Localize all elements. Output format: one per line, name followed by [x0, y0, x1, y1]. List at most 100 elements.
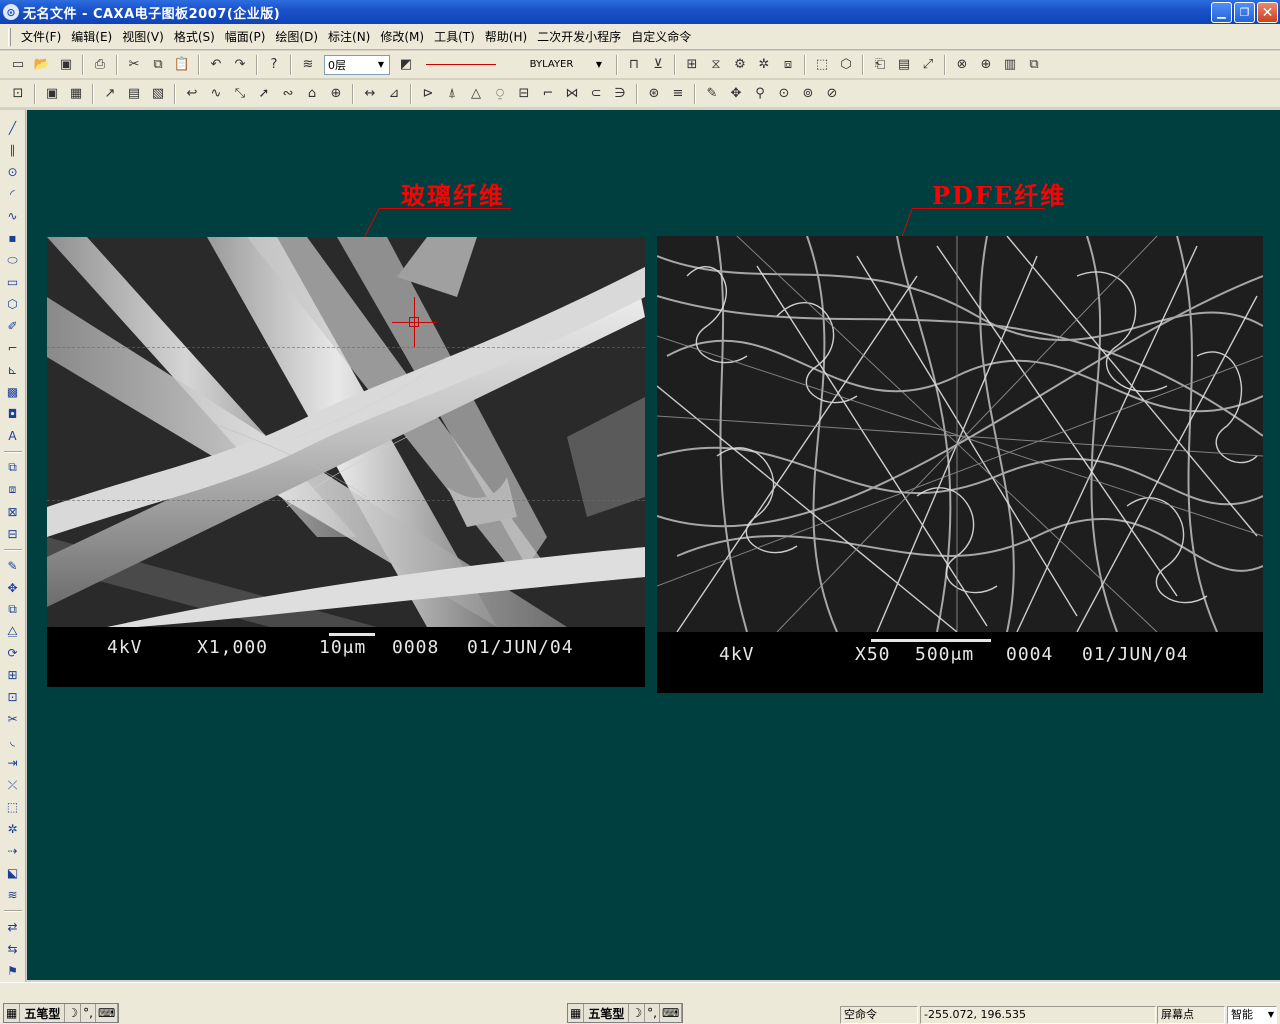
- open-file-icon[interactable]: 📂: [31, 54, 53, 76]
- menu-file[interactable]: 文件(F): [16, 27, 66, 47]
- text-icon[interactable]: A: [3, 425, 23, 446]
- ole-icon[interactable]: ⎗: [869, 54, 891, 76]
- layer-icon[interactable]: ≋: [297, 54, 319, 76]
- menu-dimension[interactable]: 标注(N): [323, 27, 375, 47]
- tool-6-icon[interactable]: ≋: [3, 884, 23, 905]
- punctuation-icon[interactable]: °,: [645, 1004, 660, 1022]
- move-icon[interactable]: ✥: [3, 577, 23, 598]
- tool-b-icon[interactable]: ⊕: [975, 54, 997, 76]
- anno-b-icon[interactable]: ⍋: [441, 83, 463, 105]
- keyboard-icon[interactable]: ⌨: [660, 1004, 683, 1022]
- tool-8-icon[interactable]: ⇆: [3, 938, 23, 959]
- menu-tools[interactable]: 工具(T): [429, 27, 480, 47]
- menu-sheet[interactable]: 幅面(P): [220, 27, 271, 47]
- menu-format[interactable]: 格式(S): [169, 27, 220, 47]
- curve-d-icon[interactable]: ∾: [277, 83, 299, 105]
- line-color-icon[interactable]: ◩: [395, 54, 417, 76]
- tool-1-icon[interactable]: ⧉: [3, 457, 23, 478]
- curve-c-icon[interactable]: ⤡: [229, 83, 251, 105]
- ime-toolbar-left[interactable]: ▦ 五笔型 ☽ °, ⌨: [3, 1003, 120, 1023]
- layer-select[interactable]: 0层 ▼: [324, 54, 390, 75]
- anno-c-icon[interactable]: △: [465, 83, 487, 105]
- circle-icon[interactable]: ⊙: [3, 162, 23, 183]
- measure-icon[interactable]: ≡: [667, 83, 689, 105]
- fill-icon[interactable]: ◘: [3, 403, 23, 424]
- snap-icon[interactable]: ⊓: [623, 54, 645, 76]
- paste-icon[interactable]: 📋: [171, 54, 193, 76]
- stretch-icon[interactable]: ⬚: [3, 797, 23, 818]
- tool-9-icon[interactable]: ⚑: [3, 960, 23, 981]
- menu-secondary-dev[interactable]: 二次开发小程序: [532, 27, 626, 47]
- redraw-icon[interactable]: ✎: [701, 83, 723, 105]
- copy-select-icon[interactable]: ⧉: [3, 599, 23, 620]
- title-block-icon[interactable]: ▦: [65, 83, 87, 105]
- rectangle-icon[interactable]: ▭: [3, 272, 23, 293]
- zoom-dynamic-icon[interactable]: ⚲: [749, 83, 771, 105]
- sheet-size-icon[interactable]: ▣: [41, 83, 63, 105]
- menu-edit[interactable]: 编辑(E): [66, 27, 117, 47]
- hatch-icon[interactable]: ▩: [3, 381, 23, 402]
- spline-icon[interactable]: ∿: [3, 206, 23, 227]
- break-icon[interactable]: ⤫: [3, 775, 23, 796]
- centerline-icon[interactable]: ⌐: [3, 338, 23, 359]
- tool-a-icon[interactable]: ⊗: [951, 54, 973, 76]
- menu-draw[interactable]: 绘图(D): [270, 27, 323, 47]
- anno-h-icon[interactable]: ⊂: [585, 83, 607, 105]
- zoom-all-icon[interactable]: ⊚: [797, 83, 819, 105]
- tool-d-icon[interactable]: ⧉: [1023, 54, 1045, 76]
- help-icon[interactable]: ?: [263, 54, 285, 76]
- image-icon[interactable]: ▤: [893, 54, 915, 76]
- anno-e-icon[interactable]: ⊟: [513, 83, 535, 105]
- sem-image-glass-fiber[interactable]: 4kV X1,000 10μm 0008 01/JUN/04: [47, 237, 645, 687]
- minimize-button[interactable]: ▁: [1211, 2, 1232, 23]
- sem-image-pdfe-fiber[interactable]: 4kV X50 500μm 0004 01/JUN/04: [657, 236, 1263, 693]
- drawing-canvas[interactable]: 玻璃纤维 PDFE纤维 4kV X1,000 10μm 0008 01/JUN/…: [27, 110, 1280, 980]
- layer-manager-icon[interactable]: ⧖: [705, 54, 727, 76]
- tool-4-icon[interactable]: ⊟: [3, 523, 23, 544]
- zoom-window-icon[interactable]: ⊙: [773, 83, 795, 105]
- erase-icon[interactable]: ✎: [3, 555, 23, 576]
- array-icon[interactable]: ⊞: [3, 665, 23, 686]
- tool-2-icon[interactable]: ⧈: [3, 479, 23, 500]
- part-number-icon[interactable]: ↗: [99, 83, 121, 105]
- ellipse-icon[interactable]: ⬭: [3, 250, 23, 271]
- restore-button[interactable]: ❐: [1234, 2, 1255, 23]
- menu-modify[interactable]: 修改(M): [375, 27, 429, 47]
- anno-a-icon[interactable]: ⊳: [417, 83, 439, 105]
- tool-5-icon[interactable]: ⬕: [3, 862, 23, 883]
- ime-name[interactable]: 五笔型: [584, 1004, 630, 1022]
- link-icon[interactable]: ⤢: [917, 54, 939, 76]
- new-file-icon[interactable]: ▭: [7, 54, 29, 76]
- anno-g-icon[interactable]: ⋈: [561, 83, 583, 105]
- block-icon[interactable]: ⬚: [811, 54, 833, 76]
- curve-a-icon[interactable]: ↩: [181, 83, 203, 105]
- tool-7-icon[interactable]: ⇄: [3, 916, 23, 937]
- snap-mode-select[interactable]: 智能 ▼: [1227, 1006, 1277, 1024]
- polyline-icon[interactable]: ✐: [3, 316, 23, 337]
- save-icon[interactable]: ▣: [55, 54, 77, 76]
- linetype-manager-icon[interactable]: ⚙: [729, 54, 751, 76]
- mirror-icon[interactable]: ⧋: [3, 621, 23, 642]
- line-icon[interactable]: ╱: [3, 118, 23, 139]
- menu-help[interactable]: 帮助(H): [480, 27, 532, 47]
- ime-name[interactable]: 五笔型: [20, 1004, 66, 1022]
- bom-edit-icon[interactable]: ▧: [147, 83, 169, 105]
- punctuation-icon[interactable]: °,: [81, 1004, 96, 1022]
- anno-d-icon[interactable]: ⍜: [489, 83, 511, 105]
- zoom-previous-icon[interactable]: ⊘: [821, 83, 843, 105]
- align-icon[interactable]: ⇢: [3, 841, 23, 862]
- print-icon[interactable]: ⎙: [89, 54, 111, 76]
- frame-icon[interactable]: ⊡: [7, 83, 29, 105]
- equidistant-icon[interactable]: ⊾: [3, 359, 23, 380]
- pan-icon[interactable]: ✥: [725, 83, 747, 105]
- redo-icon[interactable]: ↷: [229, 54, 251, 76]
- osnap-icon[interactable]: ⊻: [647, 54, 669, 76]
- parallel-line-icon[interactable]: ∥: [3, 140, 23, 161]
- block-insert-icon[interactable]: ⬡: [835, 54, 857, 76]
- bom-icon[interactable]: ▤: [123, 83, 145, 105]
- tool-c-icon[interactable]: ▥: [999, 54, 1021, 76]
- tool-3-icon[interactable]: ⊠: [3, 501, 23, 522]
- arrow-icon[interactable]: ➚: [253, 83, 275, 105]
- property-icon[interactable]: ⊞: [681, 54, 703, 76]
- color-manager-icon[interactable]: ✲: [753, 54, 775, 76]
